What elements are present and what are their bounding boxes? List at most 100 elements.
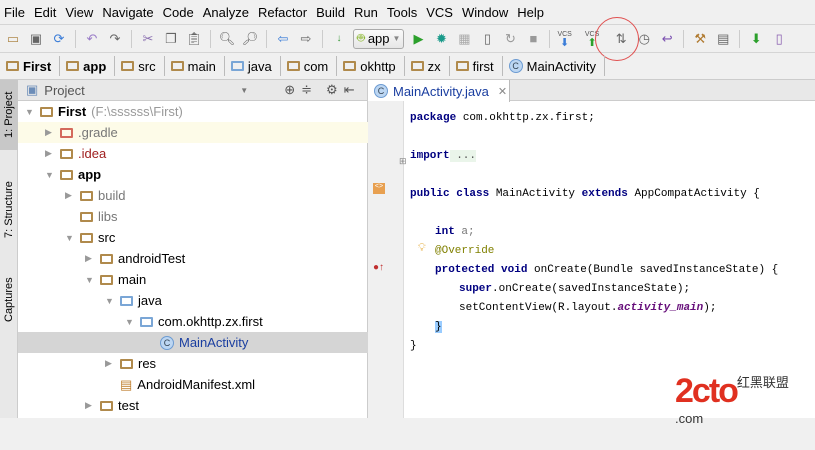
tree-item[interactable]: ▼ java: [18, 290, 368, 311]
breadcrumb-label: zx: [427, 58, 441, 74]
fold-icon[interactable]: ⊞: [399, 156, 407, 167]
avd-manager-icon[interactable]: ▯: [770, 30, 788, 48]
breadcrumb-item[interactable]: src: [119, 56, 165, 76]
collapsed-arrow-icon[interactable]: ▶: [45, 127, 55, 138]
folder-icon: [66, 61, 80, 71]
menu-help[interactable]: Help: [517, 5, 544, 20]
expanded-arrow-icon[interactable]: ▼: [85, 275, 95, 285]
breadcrumb-item[interactable]: zx: [409, 56, 450, 76]
tree-item[interactable]: ▶ .gradle: [18, 122, 368, 143]
menu-file[interactable]: File: [4, 5, 25, 20]
menu-code[interactable]: Code: [163, 5, 194, 20]
paste-icon[interactable]: 📋︎: [185, 30, 203, 48]
breadcrumb-item[interactable]: First: [4, 56, 61, 76]
tree-item[interactable]: ▼ com.okhttp.zx.first: [18, 311, 368, 332]
tree-item[interactable]: ▶ androidTest: [18, 248, 368, 269]
hide-panel-icon[interactable]: ⇤: [344, 82, 355, 98]
debug-icon[interactable]: ✹: [432, 30, 450, 48]
sync-icon[interactable]: ⟳: [50, 30, 68, 48]
collapsed-arrow-icon[interactable]: ▶: [45, 148, 55, 159]
breadcrumb-item[interactable]: com: [285, 56, 338, 76]
back-icon[interactable]: ⇦: [274, 30, 292, 48]
toolbar: ▭ ▣ ⟳ ↶ ↷ ✂ ❐ 📋︎ 🔍︎ 🔎︎ ⇦ ⇨ ↓ 🤖︎ app ▼ ▶ ✹ …: [0, 25, 815, 53]
gear-icon[interactable]: ⚙: [326, 82, 338, 98]
project-view-select[interactable]: Project: [44, 83, 234, 98]
menu-tools[interactable]: Tools: [387, 5, 417, 20]
make-project-icon[interactable]: ↓: [330, 30, 348, 48]
tab-structure[interactable]: 7: Structure: [0, 170, 18, 250]
tree-item[interactable]: ▼ First (F:\ssssss\First): [18, 101, 368, 122]
collapsed-arrow-icon[interactable]: ▶: [105, 358, 115, 369]
rerun-icon[interactable]: ↻: [501, 30, 519, 48]
forward-icon[interactable]: ⇨: [297, 30, 315, 48]
chevron-down-icon[interactable]: ▼: [240, 86, 248, 95]
find-icon[interactable]: 🔍︎: [218, 30, 236, 48]
menu-edit[interactable]: Edit: [34, 5, 56, 20]
tree-item[interactable]: ▶ .idea: [18, 143, 368, 164]
folder-icon: [80, 232, 93, 243]
collapsed-arrow-icon[interactable]: ▶: [85, 400, 95, 411]
vcs-update-button[interactable]: VCS ⬇: [557, 31, 571, 49]
tree-item[interactable]: ▶ res: [18, 353, 368, 374]
breadcrumb-item[interactable]: okhttp: [341, 56, 405, 76]
open-folder-icon[interactable]: ▭: [4, 30, 22, 48]
attach-debugger-icon[interactable]: ▯: [478, 30, 496, 48]
menu-run[interactable]: Run: [354, 5, 378, 20]
sdk-manager-icon[interactable]: ⬇: [747, 30, 765, 48]
breadcrumb-item[interactable]: java: [229, 56, 281, 76]
menu-refactor[interactable]: Refactor: [258, 5, 307, 20]
close-icon[interactable]: ✕: [498, 85, 507, 98]
collapsed-arrow-icon[interactable]: ▶: [85, 253, 95, 264]
revert-icon[interactable]: ↩: [658, 30, 676, 48]
breadcrumb-label: com: [303, 58, 329, 74]
breadcrumb-item[interactable]: C MainActivity: [507, 56, 605, 76]
tree-item[interactable]: ▼ main: [18, 269, 368, 290]
expanded-arrow-icon[interactable]: ▼: [105, 296, 115, 306]
redo-icon[interactable]: ↷: [106, 30, 124, 48]
tree-item[interactable]: ▼ app: [18, 164, 368, 185]
run-icon[interactable]: ▶: [409, 30, 427, 48]
tab-captures[interactable]: Captures: [0, 270, 18, 330]
expanded-arrow-icon[interactable]: ▼: [65, 233, 75, 243]
manifest-icon: ▤: [120, 376, 133, 392]
tab-mainactivity-java[interactable]: C MainActivity.java ✕: [368, 80, 510, 102]
tab-project[interactable]: 1: Project: [0, 80, 18, 150]
locate-icon[interactable]: ⊕: [284, 82, 295, 98]
breadcrumb-item[interactable]: first: [454, 56, 503, 76]
tree-item[interactable]: ▶ test: [18, 395, 368, 416]
tree-item[interactable]: libs: [18, 206, 368, 227]
copy-icon[interactable]: ❐: [162, 30, 180, 48]
collapsed-arrow-icon[interactable]: ▶: [65, 190, 75, 201]
divider: [739, 29, 741, 48]
folder-icon: [120, 358, 133, 369]
project-structure-icon[interactable]: ▤: [714, 30, 732, 48]
settings-icon[interactable]: ⚒: [691, 30, 709, 48]
undo-icon[interactable]: ↶: [83, 30, 101, 48]
tree-item[interactable]: ▶ build: [18, 185, 368, 206]
save-icon[interactable]: ▣: [27, 30, 45, 48]
stop-icon[interactable]: ■: [524, 30, 542, 48]
tree-item[interactable]: C MainActivity: [18, 332, 368, 353]
menu-navigate[interactable]: Navigate: [102, 5, 153, 20]
expanded-arrow-icon[interactable]: ▼: [125, 317, 135, 327]
menu-vcs[interactable]: VCS: [426, 5, 453, 20]
cut-icon[interactable]: ✂: [139, 30, 157, 48]
expanded-arrow-icon[interactable]: ▼: [25, 107, 35, 117]
breadcrumb-item[interactable]: app: [64, 56, 116, 76]
coverage-icon[interactable]: ▦: [455, 30, 473, 48]
menu-analyze[interactable]: Analyze: [203, 5, 249, 20]
collapse-all-icon[interactable]: ≑: [301, 82, 312, 98]
menu-build[interactable]: Build: [316, 5, 345, 20]
tree-item[interactable]: ▼ src: [18, 227, 368, 248]
run-config-select[interactable]: 🤖︎ app ▼: [353, 28, 405, 49]
lightbulb-icon[interactable]: 💡︎: [418, 243, 426, 255]
override-marker-icon[interactable]: ●↑: [373, 262, 384, 273]
replace-icon[interactable]: 🔎︎: [241, 30, 259, 48]
expanded-arrow-icon[interactable]: ▼: [45, 170, 55, 180]
folder-icon: [120, 295, 133, 306]
tree-item[interactable]: ▤ AndroidManifest.xml: [18, 374, 368, 395]
menu-view[interactable]: View: [65, 5, 93, 20]
breadcrumb-item[interactable]: main: [169, 56, 225, 76]
menu-window[interactable]: Window: [462, 5, 508, 20]
code-area[interactable]: package com.okhttp.zx.first; import ... …: [410, 101, 778, 352]
